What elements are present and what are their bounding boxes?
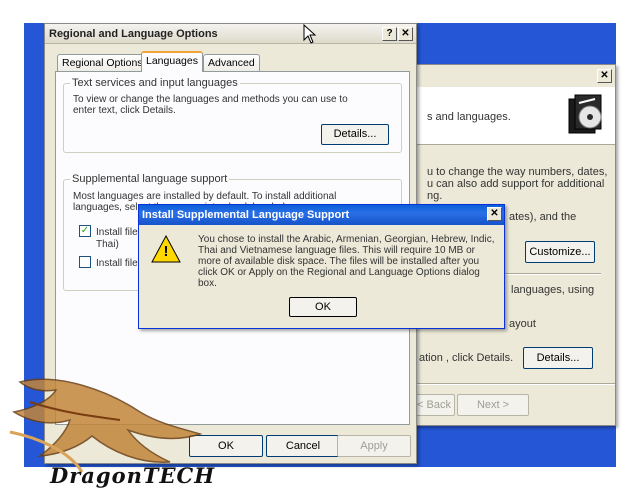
- install-support-message-box: Install Supplemental Language Support ✕ …: [138, 204, 505, 329]
- regional-title-bar: Regional and Language Options: [45, 24, 416, 44]
- message-title: Install Supplemental Language Support: [142, 209, 350, 221]
- complex-script-checkbox[interactable]: ✓: [79, 225, 91, 237]
- watermark-text: DragonTECH: [50, 463, 216, 488]
- customize-button[interactable]: Customize...: [525, 241, 595, 263]
- wizard-text-line: u to change the way numbers, dates,: [427, 166, 608, 178]
- wizard-text-line: ation , click Details.: [419, 352, 514, 364]
- back-button[interactable]: < Back: [413, 394, 455, 416]
- warning-glyph: !: [163, 243, 169, 260]
- supplemental-legend: Supplemental language support: [70, 173, 230, 186]
- cancel-button[interactable]: Cancel: [266, 435, 340, 457]
- wizard-paragraph: u to change the way numbers, dates, u ca…: [427, 166, 607, 202]
- tab-regional-options[interactable]: Regional Options: [57, 54, 148, 72]
- wizard-text-line: languages, using: [511, 284, 595, 296]
- regional-close-button[interactable]: ✕: [398, 27, 413, 41]
- wizard-close-button[interactable]: ✕: [597, 69, 612, 83]
- wizard-header-text: s and languages.: [427, 111, 511, 123]
- regional-title: Regional and Language Options: [49, 28, 218, 40]
- text-services-legend: Text services and input languages: [70, 77, 240, 90]
- text-services-description: To view or change the languages and meth…: [73, 94, 348, 116]
- message-close-button[interactable]: ✕: [487, 207, 502, 221]
- wizard-text-line: ates), and the: [509, 211, 577, 223]
- wizard-text-line: u can also add support for additional: [427, 178, 605, 190]
- wizard-text-line: ng.: [427, 190, 443, 202]
- tab-advanced[interactable]: Advanced: [203, 54, 260, 72]
- message-title-bar: Install Supplemental Language Support: [139, 205, 504, 225]
- text-services-group: Text services and input languages To vie…: [63, 77, 402, 153]
- tab-languages[interactable]: Languages: [141, 51, 203, 72]
- wizard-details-button[interactable]: Details...: [523, 347, 593, 369]
- east-asian-label: Install files: [96, 258, 143, 269]
- east-asian-checkbox[interactable]: [79, 256, 91, 268]
- mouse-cursor-icon: [303, 23, 317, 44]
- text-services-details-button[interactable]: Details...: [321, 124, 389, 145]
- wizard-footer-divider: [409, 383, 615, 385]
- message-ok-button[interactable]: OK: [289, 297, 357, 317]
- help-button[interactable]: ?: [382, 27, 397, 41]
- wizard-text-line: ayout: [509, 318, 536, 330]
- warning-icon: !: [151, 234, 181, 263]
- complex-script-label: Install files: [96, 227, 143, 238]
- next-button[interactable]: Next >: [457, 394, 529, 416]
- complex-script-label-cont: Thai): [96, 239, 119, 250]
- apply-button[interactable]: Apply: [337, 435, 411, 457]
- cd-box-icon: [565, 93, 607, 137]
- message-text: You chose to install the Arabic, Armenia…: [198, 234, 495, 289]
